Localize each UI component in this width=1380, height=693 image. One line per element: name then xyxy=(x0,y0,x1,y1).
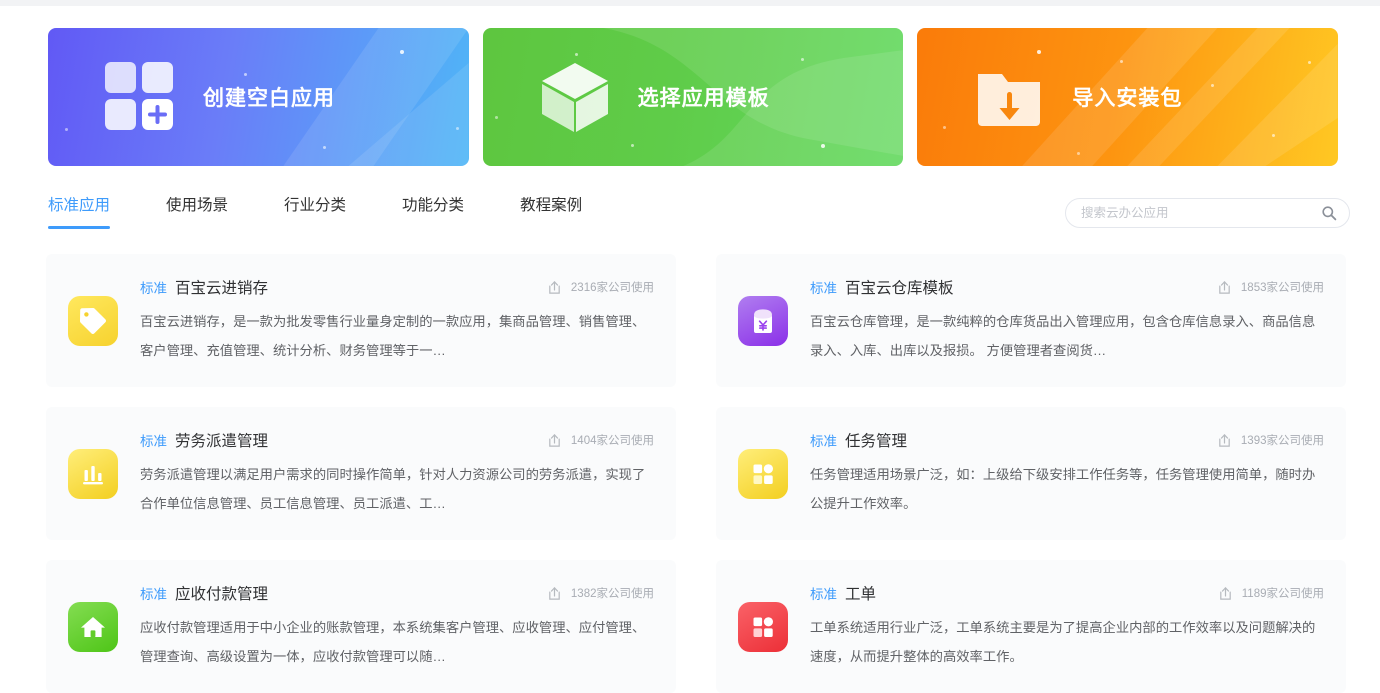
usage-count-text: 1189家公司使用 xyxy=(1241,588,1324,600)
status-badge: 标准 xyxy=(810,587,837,602)
app-card-header: 标准 工单 1189家公司使用 xyxy=(810,582,1324,604)
search-input[interactable] xyxy=(1081,206,1321,220)
app-card-description: 百宝云仓库管理，是一款纯粹的仓库货品出入管理应用，包含仓库信息录入、商品信息录入… xyxy=(810,314,1316,358)
banner-dot xyxy=(1077,152,1081,155)
app-card-title: 劳务派遣管理 xyxy=(175,433,269,450)
task-blocks-icon xyxy=(738,601,788,652)
app-card[interactable]: 标准 劳务派遣管理 1404家公司使用 劳务派遣管理以满足用户需求的同时操作简单… xyxy=(46,407,676,540)
banner-row: 创建空白应用 选择应用模板 导入安装包 xyxy=(48,28,1339,166)
search-icon[interactable] xyxy=(1321,205,1337,221)
price-tag-icon xyxy=(68,295,118,346)
usage-count: 1382家公司使用 xyxy=(533,585,654,601)
usage-count: 1853家公司使用 xyxy=(1203,279,1324,295)
upload-share-icon xyxy=(547,433,562,448)
app-card[interactable]: 标准 工单 1189家公司使用 工单系统适用行业广泛，工单系统主要是为了提高企业… xyxy=(716,560,1346,693)
banner-dot xyxy=(1211,84,1215,87)
status-badge: 标准 xyxy=(140,434,167,449)
app-card-header: 标准 百宝云仓库模板 1853家公司使用 xyxy=(810,276,1324,298)
grid-plus-icon xyxy=(103,60,177,134)
usage-count-text: 1382家公司使用 xyxy=(570,588,654,600)
app-card[interactable]: 标准 百宝云进销存 2316家公司使用 百宝云进销存，是一款为批发零售行业量身定… xyxy=(46,254,676,387)
app-card-header: 标准 百宝云进销存 2316家公司使用 xyxy=(140,276,654,298)
usage-count-text: 1404家公司使用 xyxy=(570,435,654,447)
app-card-header: 标准 应收付款管理 1382家公司使用 xyxy=(140,582,654,604)
status-badge: 标准 xyxy=(810,434,837,449)
app-card-grid: 标准 百宝云进销存 2316家公司使用 百宝云进销存，是一款为批发零售行业量身定… xyxy=(46,254,1346,693)
app-card-description: 工单系统适用行业广泛，工单系统主要是为了提高企业内部的工作效率以及问题解决的速度… xyxy=(810,620,1316,664)
app-card-title: 工单 xyxy=(845,586,877,603)
app-page: 创建空白应用 选择应用模板 导入安装包 标准应用 使用场景 行业分类 功能分类 … xyxy=(0,6,1380,693)
upload-share-icon xyxy=(1217,433,1232,448)
folder-download-icon xyxy=(972,60,1046,134)
banner-dot xyxy=(456,127,459,130)
app-card-title: 百宝云仓库模板 xyxy=(845,280,954,297)
app-card[interactable]: 标准 应收付款管理 1382家公司使用 应收付款管理适用于中小企业的账款管理，本… xyxy=(46,560,676,693)
banner-dot xyxy=(1308,61,1312,64)
search-box[interactable] xyxy=(1065,198,1350,228)
banner-label: 创建空白应用 xyxy=(203,87,335,110)
usage-count: 1189家公司使用 xyxy=(1204,585,1324,601)
home-icon xyxy=(68,601,118,652)
app-card-description: 劳务派遣管理以满足用户需求的同时操作简单，针对人力资源公司的劳务派遣，实现了合作… xyxy=(140,467,646,511)
app-card-description: 任务管理适用场景广泛，如：上级给下级安排工作任务等，任务管理使用简单，随时办公提… xyxy=(810,467,1316,511)
usage-count-text: 2316家公司使用 xyxy=(570,282,654,294)
app-card-header: 标准 劳务派遣管理 1404家公司使用 xyxy=(140,429,654,451)
banner-dot xyxy=(820,144,825,148)
app-card-title: 百宝云进销存 xyxy=(175,280,269,297)
upload-share-icon xyxy=(1218,586,1233,601)
upload-share-icon xyxy=(547,586,562,601)
banner-dot xyxy=(574,53,578,56)
usage-count-text: 1853家公司使用 xyxy=(1240,282,1324,294)
app-card-title: 任务管理 xyxy=(845,433,908,450)
banner-dot xyxy=(1037,50,1042,54)
task-blocks-icon xyxy=(738,448,788,499)
app-card-description: 应收付款管理适用于中小企业的账款管理，本系统集客户管理、应收管理、应付管理、管理… xyxy=(140,620,646,664)
app-card[interactable]: 标准 任务管理 1393家公司使用 任务管理适用场景广泛，如：上级给下级安排工作… xyxy=(716,407,1346,540)
upload-share-icon xyxy=(547,280,562,295)
usage-count: 1393家公司使用 xyxy=(1203,432,1324,448)
cube-icon xyxy=(538,60,612,134)
status-badge: 标准 xyxy=(140,281,167,296)
banner-dot xyxy=(1272,134,1276,137)
app-card-description: 百宝云进销存，是一款为批发零售行业量身定制的一款应用，集商品管理、销售管理、客户… xyxy=(140,314,646,358)
tab-standard-apps[interactable]: 标准应用 xyxy=(48,191,111,229)
banner-create-blank-app[interactable]: 创建空白应用 xyxy=(48,28,469,166)
banner-choose-template[interactable]: 选择应用模板 xyxy=(482,28,904,166)
banner-label: 选择应用模板 xyxy=(637,87,770,110)
banner-dot xyxy=(400,50,404,54)
tab-tutorial-cases[interactable]: 教程案例 xyxy=(520,191,582,229)
banner-import-package[interactable]: 导入安装包 xyxy=(917,28,1339,166)
status-badge: 标准 xyxy=(810,281,837,296)
usage-count: 2316家公司使用 xyxy=(533,279,654,295)
usage-count: 1404家公司使用 xyxy=(533,432,654,448)
banner-dot xyxy=(800,58,804,61)
app-card-header: 标准 任务管理 1393家公司使用 xyxy=(810,429,1324,451)
red-envelope-yuan-icon xyxy=(738,295,788,346)
banner-dot xyxy=(323,146,326,149)
upload-share-icon xyxy=(1217,280,1232,295)
tab-function[interactable]: 功能分类 xyxy=(402,191,464,229)
app-card[interactable]: 标准 百宝云仓库模板 1853家公司使用 百宝云仓库管理，是一款纯粹的仓库货品出… xyxy=(716,254,1346,387)
app-card-title: 应收付款管理 xyxy=(175,586,269,603)
banner-label: 导入安装包 xyxy=(1072,87,1183,110)
usage-count-text: 1393家公司使用 xyxy=(1240,435,1324,447)
banner-dot xyxy=(630,144,634,147)
status-badge: 标准 xyxy=(140,587,167,602)
tab-industry[interactable]: 行业分类 xyxy=(284,191,346,229)
tab-use-scenarios[interactable]: 使用场景 xyxy=(166,191,228,229)
bar-chart-icon xyxy=(68,448,118,499)
